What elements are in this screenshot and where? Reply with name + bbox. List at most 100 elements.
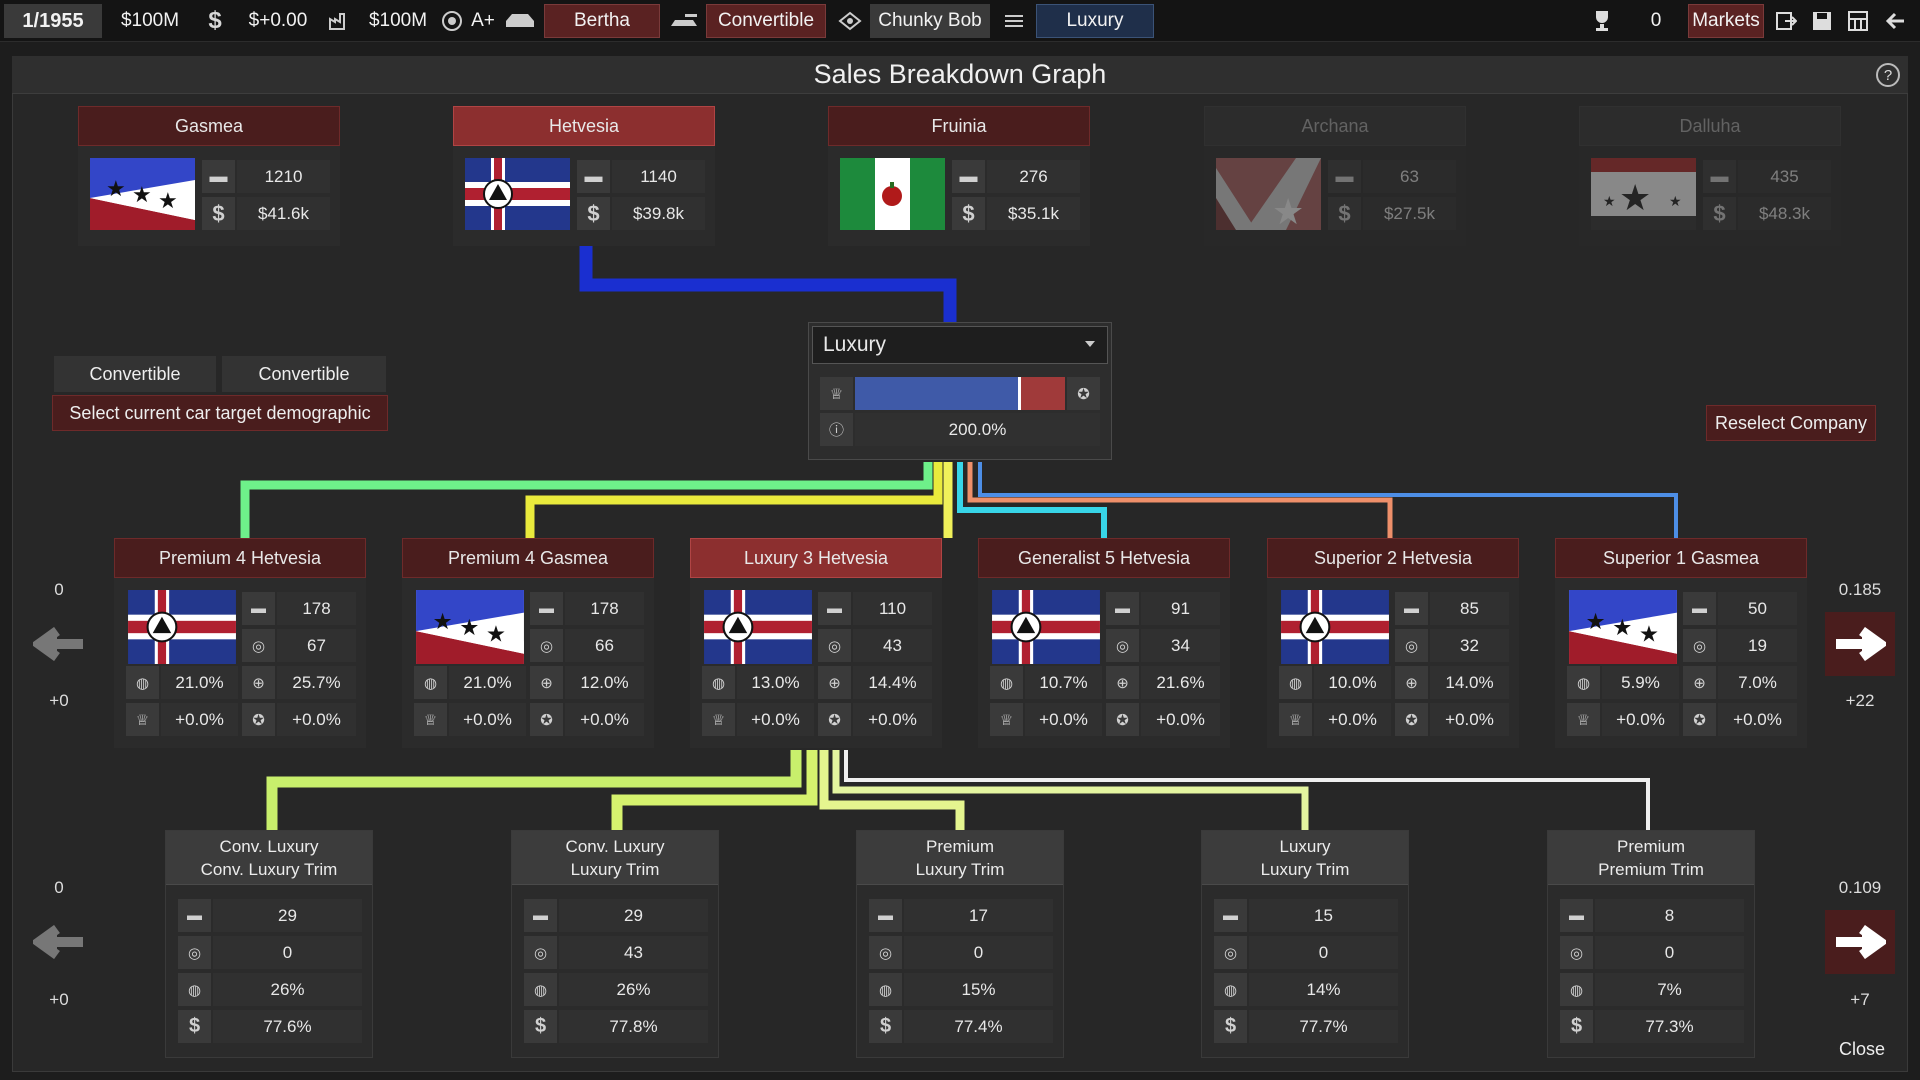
- luxury-cell: ♕ +0.0%: [414, 703, 526, 736]
- body-icon: [666, 4, 702, 38]
- trim-prev-arrow-icon[interactable]: [24, 910, 94, 974]
- interest-value: 32: [1430, 629, 1509, 662]
- trim-card[interactable]: Conv. Luxury Luxury Trim ▬ 29 ◎ 43 ◍ 26% $77…: [511, 830, 719, 1058]
- share-value: 26%: [213, 973, 362, 1006]
- trim-balance-slider[interactable]: ♕ ✪: [820, 377, 1100, 410]
- svg-text:★: ★: [1612, 615, 1632, 640]
- share-icon: ◍: [178, 973, 211, 1006]
- demo-next-arrow-icon[interactable]: [1825, 612, 1895, 676]
- prestige-cell: ✪ +0.0%: [1106, 703, 1220, 736]
- demographic-name: Superior 1 Gasmea: [1555, 538, 1807, 578]
- demo-prev-arrow-icon[interactable]: [24, 612, 94, 676]
- car-icon: [500, 4, 540, 38]
- region-card-archana[interactable]: Archana ★ ▬ 63 $ $27.5k: [1204, 106, 1466, 246]
- share-icon: ◍: [1279, 666, 1312, 699]
- luxury-icon: ♕: [126, 703, 159, 736]
- trim-header: Premium Luxury Trim: [857, 831, 1063, 885]
- demographic-card[interactable]: Premium 4 Gasmea ★ ★ ★ ▬ 178 ◎ 66 ◍ 21.0% ⊕ 12…: [402, 538, 654, 748]
- luxury-cell: ♕ +0.0%: [990, 703, 1102, 736]
- svg-text:★: ★: [432, 609, 452, 634]
- car-icon: ▬: [1328, 160, 1361, 193]
- interest-value: 19: [1718, 629, 1797, 662]
- trim-card[interactable]: Luxury Luxury Trim ▬ 15 ◎ 0 ◍ 14% $77.7%: [1201, 830, 1409, 1058]
- flag-icon: [990, 590, 1102, 664]
- units-value: 29: [559, 899, 708, 932]
- pres-value: +0.0%: [1718, 703, 1797, 736]
- export-icon[interactable]: [1770, 4, 1802, 38]
- trim-right-value: 0.109: [1838, 878, 1882, 897]
- close-button[interactable]: Close: [1822, 1034, 1902, 1064]
- select-demographic-button[interactable]: Select current car target demographic: [52, 395, 388, 431]
- share-value: 21.0%: [449, 666, 526, 699]
- trim-next-arrow-icon[interactable]: [1825, 910, 1895, 974]
- trophy-icon[interactable]: [1584, 4, 1620, 38]
- flag-icon: [702, 590, 814, 664]
- appeal-value: 21.6%: [1141, 666, 1220, 699]
- region-card-gasmea[interactable]: Gasmea ★ ★ ★ ▬ 1210 $ $41.6k: [78, 106, 340, 246]
- prestige-cell: ✪ +0.0%: [1683, 703, 1797, 736]
- calculator-icon[interactable]: [1842, 4, 1874, 38]
- trim-line2: Luxury Trim: [915, 859, 1005, 879]
- interest-value: 0: [213, 936, 362, 969]
- reselect-company-button[interactable]: Reselect Company: [1706, 405, 1876, 441]
- trim-icon: [996, 4, 1032, 38]
- tab-convertible-2[interactable]: Convertible: [222, 356, 386, 392]
- demographic-card[interactable]: Superior 1 Gasmea ★ ★ ★ ▬ 50 ◎ 19 ◍ 5.9% ⊕ 7.0…: [1555, 538, 1807, 748]
- save-icon[interactable]: [1806, 4, 1838, 38]
- units-value: 91: [1141, 592, 1220, 625]
- demo-left-index: 0: [54, 580, 64, 599]
- dollar-icon: $: [524, 1010, 557, 1043]
- share-cell: ◍ 21.0%: [414, 666, 526, 699]
- region-card-dalluha[interactable]: Dalluha ★ ★ ★ ▬ 435 $ $48.3k: [1579, 106, 1841, 246]
- trim-dropdown[interactable]: Luxury: [812, 326, 1108, 364]
- interest-cell: ◎ 66: [530, 629, 644, 662]
- region-units: 1140: [612, 160, 705, 193]
- demographic-card[interactable]: Luxury 3 Hetvesia ▬ 110 ◎ 43 ◍ 13.0% ⊕ 14.4%…: [690, 538, 942, 748]
- trim-card[interactable]: Premium Luxury Trim ▬ 17 ◎ 0 ◍ 15% $77.4%: [856, 830, 1064, 1058]
- pres-value: +0.0%: [1141, 703, 1220, 736]
- svg-text:★: ★: [106, 176, 126, 201]
- trim-card[interactable]: Conv. Luxury Conv. Luxury Trim ▬ 29 ◎ 0 ◍ 26…: [165, 830, 373, 1058]
- svg-text:★: ★: [1669, 193, 1682, 209]
- luxury-icon: ♕: [414, 703, 447, 736]
- interest-cell: ◎ 67: [242, 629, 356, 662]
- demo-right-offset: +22: [1845, 691, 1875, 710]
- trim-line1: Premium: [925, 836, 994, 856]
- demographic-card[interactable]: Premium 4 Hetvesia ▬ 178 ◎ 67 ◍ 21.0% ⊕ 25.7…: [114, 538, 366, 748]
- markets-button[interactable]: Markets: [1688, 4, 1764, 38]
- trim-card[interactable]: Premium Premium Trim ▬ 8 ◎ 0 ◍ 7% $77.3%: [1547, 830, 1755, 1058]
- demographic-card[interactable]: Generalist 5 Hetvesia ▬ 91 ◎ 34 ◍ 10.7% ⊕ 21…: [978, 538, 1230, 748]
- share-icon: ◍: [702, 666, 735, 699]
- region-units: 276: [987, 160, 1080, 193]
- svg-text:★: ★: [1603, 193, 1616, 209]
- money-display: $100M: [120, 10, 180, 31]
- share-row: ◍ 7%: [1560, 973, 1744, 1006]
- price-row: $77.3%: [1560, 1010, 1744, 1043]
- share-cell: ◍ 5.9%: [1567, 666, 1679, 699]
- car-icon: ▬: [1683, 592, 1716, 625]
- share-value: 14%: [1249, 973, 1398, 1006]
- car-icon: ▬: [524, 899, 557, 932]
- tab-convertible-1[interactable]: Convertible: [54, 356, 216, 392]
- svg-text:★: ★: [459, 615, 479, 640]
- car-name-button[interactable]: Bertha: [544, 4, 660, 38]
- appeal-value: 12.0%: [565, 666, 644, 699]
- flag-icon: ★ ★ ★: [1567, 590, 1679, 664]
- price-row: $77.4%: [869, 1010, 1053, 1043]
- balance-handle[interactable]: [1017, 377, 1021, 410]
- demographic-card[interactable]: Superior 2 Hetvesia ▬ 85 ◎ 32 ◍ 10.0% ⊕ 14.0…: [1267, 538, 1519, 748]
- trim-button[interactable]: Luxury: [1036, 4, 1154, 38]
- balance-bar[interactable]: [855, 377, 1065, 410]
- units-value: 17: [904, 899, 1053, 932]
- help-icon[interactable]: ?: [1876, 63, 1900, 87]
- back-icon[interactable]: [1878, 4, 1912, 38]
- appeal-value: 7.0%: [1718, 666, 1797, 699]
- region-card-fruinia[interactable]: Fruinia ▬ 276 $ $35.1k: [828, 106, 1090, 246]
- trim-left-offset: +0: [49, 990, 69, 1009]
- units-value: 29: [213, 899, 362, 932]
- body-button[interactable]: Convertible: [706, 4, 826, 38]
- appeal-cell: ⊕ 7.0%: [1683, 666, 1797, 699]
- region-card-hetvesia[interactable]: Hetvesia ▬ 1140 $ $39.8k: [453, 106, 715, 246]
- engine-button[interactable]: Chunky Bob: [870, 4, 990, 38]
- interest-icon: ◎: [1560, 936, 1593, 969]
